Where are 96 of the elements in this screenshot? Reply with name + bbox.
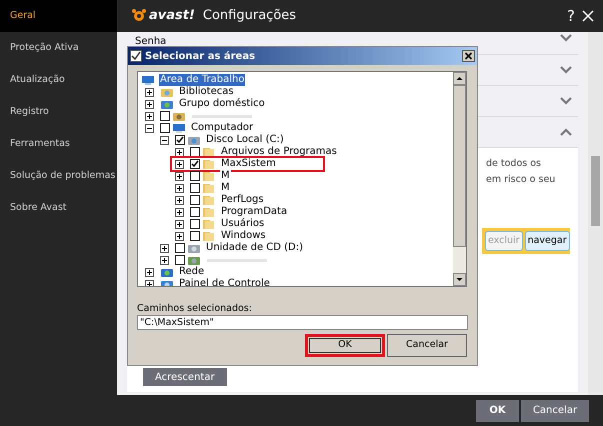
folder-icon — [202, 170, 216, 182]
description-text: de todos os — [486, 157, 542, 171]
checkbox[interactable] — [160, 111, 170, 121]
dialog-button[interactable]: OK — [305, 334, 385, 357]
expand-toggle[interactable] — [145, 124, 154, 132]
plus-icon — [146, 268, 153, 276]
paths-field[interactable]: "C:\MaxSistem" — [137, 315, 468, 330]
chevron-up-icon[interactable] — [560, 128, 572, 136]
expand-toggle[interactable] — [175, 196, 184, 204]
tree-item-label[interactable]: Unidade de CD (D:) — [205, 242, 304, 254]
chevron-down-icon[interactable] — [560, 97, 572, 105]
add-button[interactable]: Acrescentar — [143, 368, 227, 386]
computer-icon — [172, 122, 186, 134]
checkbox[interactable] — [190, 147, 200, 157]
checkbox[interactable] — [190, 159, 200, 169]
tree-item-label[interactable]: ProgramData — [220, 206, 288, 218]
tree-item-label[interactable]: Painel de Controle — [178, 278, 271, 286]
expand-toggle[interactable] — [145, 112, 154, 120]
chevron-down-icon[interactable] — [560, 34, 572, 42]
sidebar-item[interactable]: Ferramentas — [0, 128, 117, 160]
sidebar-item[interactable]: Atualização — [0, 64, 117, 96]
checkbox[interactable] — [190, 171, 200, 181]
tree-item-label[interactable]: Disco Local (C:) — [205, 134, 285, 146]
scroll-up-icon[interactable] — [453, 72, 466, 85]
scrollbar[interactable] — [453, 72, 466, 286]
checkbox[interactable] — [175, 243, 185, 253]
plus-icon — [161, 244, 168, 252]
plus-icon — [146, 100, 153, 108]
scrollbar-thumb[interactable] — [591, 156, 600, 226]
help-button[interactable]: ? — [567, 4, 575, 28]
sidebar-item[interactable]: Solução de problemas — [0, 160, 117, 192]
chevron-down-icon[interactable] — [560, 66, 572, 74]
logo-text: avast! — [149, 7, 195, 26]
footer-button[interactable]: Cancelar — [521, 400, 589, 422]
desktop-icon — [141, 74, 155, 86]
checkbox[interactable] — [190, 183, 200, 193]
expand-toggle[interactable] — [175, 220, 184, 228]
folder-icon — [202, 182, 216, 194]
dialog-button[interactable]: Cancelar — [387, 334, 467, 357]
checkbox[interactable] — [160, 123, 170, 133]
folder-icon — [202, 230, 216, 242]
plus-icon — [176, 172, 183, 180]
folder-icon — [202, 194, 216, 206]
plus-icon — [176, 220, 183, 228]
plus-icon — [146, 112, 153, 120]
tree-item-label[interactable]: Grupo doméstico — [178, 98, 266, 110]
sidebar-item[interactable]: Sobre Avast — [0, 192, 117, 224]
folder-icon — [202, 146, 216, 158]
tree-item-label[interactable]: PerfLogs — [220, 194, 265, 206]
sidebar-item[interactable]: Geral — [0, 0, 117, 32]
sidebar-item[interactable]: Registro — [0, 96, 117, 128]
tree-item-label[interactable]: Área de Trabalho — [159, 74, 246, 86]
scrollbar[interactable] — [588, 32, 603, 395]
expand-toggle[interactable] — [160, 136, 169, 144]
expand-toggle[interactable] — [160, 256, 169, 264]
expand-toggle[interactable] — [175, 184, 184, 192]
expand-toggle[interactable] — [145, 268, 154, 276]
plus-icon — [176, 208, 183, 216]
expand-toggle[interactable] — [175, 148, 184, 156]
checkbox[interactable] — [190, 195, 200, 205]
expand-toggle[interactable] — [145, 88, 154, 96]
plus-icon — [146, 88, 153, 96]
checkbox[interactable] — [190, 231, 200, 241]
expand-toggle[interactable] — [175, 208, 184, 216]
expand-toggle[interactable] — [160, 244, 169, 252]
plus-icon — [176, 160, 183, 168]
checkbox[interactable] — [190, 219, 200, 229]
close-icon[interactable] — [462, 50, 475, 62]
sidebar-item[interactable]: Proteção Ativa — [0, 32, 117, 64]
plus-icon — [161, 256, 168, 264]
plus-icon — [176, 196, 183, 204]
checkbox[interactable] — [175, 135, 185, 145]
checkbox[interactable] — [175, 255, 185, 265]
expand-toggle[interactable] — [175, 160, 184, 168]
plus-icon — [176, 184, 183, 192]
expand-toggle[interactable] — [145, 280, 154, 286]
window-title: Configurações — [202, 7, 296, 26]
folder-icon — [202, 158, 216, 170]
folder-icon — [202, 218, 216, 230]
expand-toggle[interactable] — [145, 100, 154, 108]
scrollbar-thumb[interactable] — [453, 85, 466, 247]
logo-icon — [131, 8, 147, 24]
expand-toggle[interactable] — [175, 232, 184, 240]
checkbox-icon — [130, 50, 142, 62]
footer-button[interactable]: OK — [476, 400, 519, 422]
plus-icon — [176, 232, 183, 240]
plus-icon — [146, 280, 153, 286]
action-button[interactable]: navegar — [524, 231, 570, 251]
section-title: Senha — [135, 35, 166, 49]
description-text: em risco o seu — [486, 173, 556, 187]
scroll-down-icon[interactable] — [453, 273, 466, 286]
field-label: Caminhos selecionados: — [137, 303, 253, 315]
folder-icon — [202, 206, 216, 218]
checkbox[interactable] — [190, 207, 200, 217]
tree-item-label[interactable]: Computador — [190, 122, 254, 134]
plus-icon — [176, 148, 183, 156]
